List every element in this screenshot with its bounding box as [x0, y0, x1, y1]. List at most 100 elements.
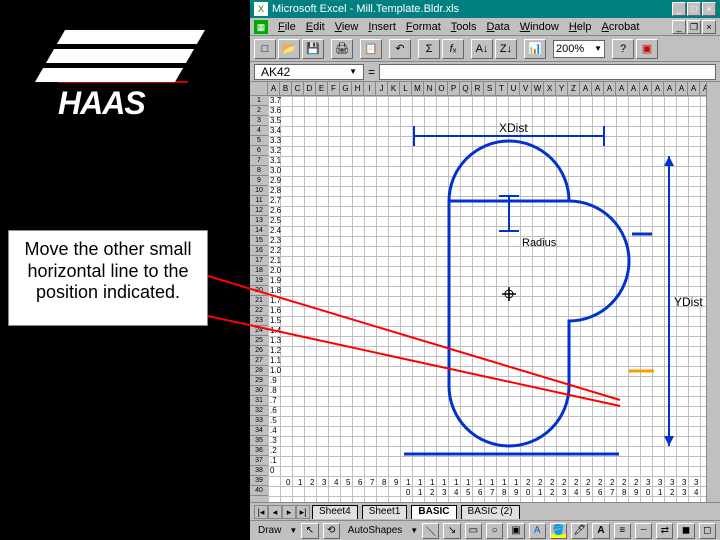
row-header[interactable]: 12: [250, 206, 268, 216]
column-header[interactable]: A: [664, 82, 676, 95]
arrow-button[interactable]: ↘: [443, 523, 460, 539]
tab-nav-prev[interactable]: ◂: [268, 505, 282, 519]
formula-input[interactable]: [379, 64, 716, 80]
3d-button[interactable]: ◻: [699, 523, 716, 539]
print-button[interactable]: 🖨: [331, 39, 353, 59]
oval-button[interactable]: ○: [486, 523, 503, 539]
menu-view[interactable]: View: [331, 21, 363, 33]
column-header[interactable]: A: [676, 82, 688, 95]
column-header[interactable]: R: [472, 82, 484, 95]
row-header[interactable]: 33: [250, 416, 268, 426]
sort-desc-button[interactable]: Z↓: [495, 39, 517, 59]
column-header[interactable]: C: [292, 82, 304, 95]
column-header[interactable]: I: [364, 82, 376, 95]
column-header[interactable]: A: [688, 82, 700, 95]
column-header[interactable]: Q: [460, 82, 472, 95]
column-header[interactable]: Y: [556, 82, 568, 95]
column-header[interactable]: V: [520, 82, 532, 95]
sheet-tab[interactable]: Sheet1: [362, 505, 408, 519]
row-header[interactable]: 16: [250, 246, 268, 256]
dash-style-button[interactable]: ┈: [635, 523, 652, 539]
row-header[interactable]: 9: [250, 176, 268, 186]
row-header[interactable]: 19: [250, 276, 268, 286]
menu-insert[interactable]: Insert: [364, 21, 400, 33]
column-header[interactable]: B: [280, 82, 292, 95]
menu-data[interactable]: Data: [482, 21, 513, 33]
row-header[interactable]: 27: [250, 356, 268, 366]
open-button[interactable]: 📂: [278, 39, 300, 59]
row-header[interactable]: 39: [250, 476, 268, 486]
tab-nav-last[interactable]: ▸|: [296, 505, 310, 519]
row-header[interactable]: 2: [250, 106, 268, 116]
doc-minimize-button[interactable]: _: [672, 20, 686, 34]
column-header[interactable]: E: [316, 82, 328, 95]
column-header[interactable]: A: [640, 82, 652, 95]
menu-format[interactable]: Format: [402, 21, 445, 33]
row-header[interactable]: 20: [250, 286, 268, 296]
column-header[interactable]: L: [400, 82, 412, 95]
minimize-button[interactable]: _: [672, 2, 686, 16]
vertical-scrollbar[interactable]: [706, 82, 720, 502]
row-header[interactable]: 15: [250, 236, 268, 246]
row-header[interactable]: 17: [250, 256, 268, 266]
column-header[interactable]: A: [628, 82, 640, 95]
column-header[interactable]: G: [340, 82, 352, 95]
select-objects-button[interactable]: ↖: [301, 523, 318, 539]
column-header[interactable]: S: [484, 82, 496, 95]
line-button[interactable]: ＼: [422, 523, 439, 539]
column-header[interactable]: H: [352, 82, 364, 95]
row-header[interactable]: 5: [250, 136, 268, 146]
column-header[interactable]: M: [412, 82, 424, 95]
column-header[interactable]: X: [544, 82, 556, 95]
arrow-style-button[interactable]: ⇄: [656, 523, 673, 539]
column-header[interactable]: O: [436, 82, 448, 95]
row-header[interactable]: 26: [250, 346, 268, 356]
shadow-button[interactable]: ◼: [677, 523, 694, 539]
textbox-button[interactable]: ▣: [507, 523, 524, 539]
row-header[interactable]: 31: [250, 396, 268, 406]
undo-button[interactable]: ↶: [389, 39, 411, 59]
doc-close-button[interactable]: ×: [702, 20, 716, 34]
row-header[interactable]: 24: [250, 326, 268, 336]
menu-edit[interactable]: Edit: [302, 21, 329, 33]
tab-nav-next[interactable]: ▸: [282, 505, 296, 519]
row-header[interactable]: 1: [250, 96, 268, 106]
autoshapes-menu[interactable]: AutoShapes: [344, 525, 407, 536]
sheet-tab-active[interactable]: BASIC: [411, 505, 456, 519]
rectangle-button[interactable]: ▭: [465, 523, 482, 539]
row-header[interactable]: 8: [250, 166, 268, 176]
row-header[interactable]: 29: [250, 376, 268, 386]
pdf-button[interactable]: ▣: [636, 39, 658, 59]
row-header[interactable]: 23: [250, 316, 268, 326]
line-color-button[interactable]: 🖊: [571, 523, 588, 539]
menu-acrobat[interactable]: Acrobat: [597, 21, 643, 33]
close-button[interactable]: ×: [702, 2, 716, 16]
worksheet-grid[interactable]: ABCDEFGHIJKLMNOPQRSTUVWXYZAAAAAAAAAAA 12…: [250, 82, 720, 502]
row-header[interactable]: 35: [250, 436, 268, 446]
row-header[interactable]: 37: [250, 456, 268, 466]
doc-restore-button[interactable]: ❐: [687, 20, 701, 34]
column-header[interactable]: F: [328, 82, 340, 95]
row-header[interactable]: 10: [250, 186, 268, 196]
row-header[interactable]: 32: [250, 406, 268, 416]
row-header[interactable]: 6: [250, 146, 268, 156]
sort-asc-button[interactable]: A↓: [471, 39, 493, 59]
new-button[interactable]: □: [254, 39, 276, 59]
wordart-button[interactable]: A: [529, 523, 546, 539]
column-header[interactable]: T: [496, 82, 508, 95]
column-header[interactable]: Z: [568, 82, 580, 95]
column-header[interactable]: A: [616, 82, 628, 95]
row-header[interactable]: 28: [250, 366, 268, 376]
menu-help[interactable]: Help: [565, 21, 596, 33]
column-header[interactable]: J: [376, 82, 388, 95]
row-header[interactable]: 30: [250, 386, 268, 396]
paste-button[interactable]: 📋: [360, 39, 382, 59]
row-header[interactable]: 38: [250, 466, 268, 476]
row-header[interactable]: 40: [250, 486, 268, 496]
autosum-button[interactable]: Σ: [418, 39, 440, 59]
row-header[interactable]: 25: [250, 336, 268, 346]
column-header[interactable]: A: [580, 82, 592, 95]
help-button[interactable]: ?: [612, 39, 634, 59]
sheet-tab[interactable]: Sheet4: [312, 505, 358, 519]
menu-file[interactable]: File: [274, 21, 300, 33]
